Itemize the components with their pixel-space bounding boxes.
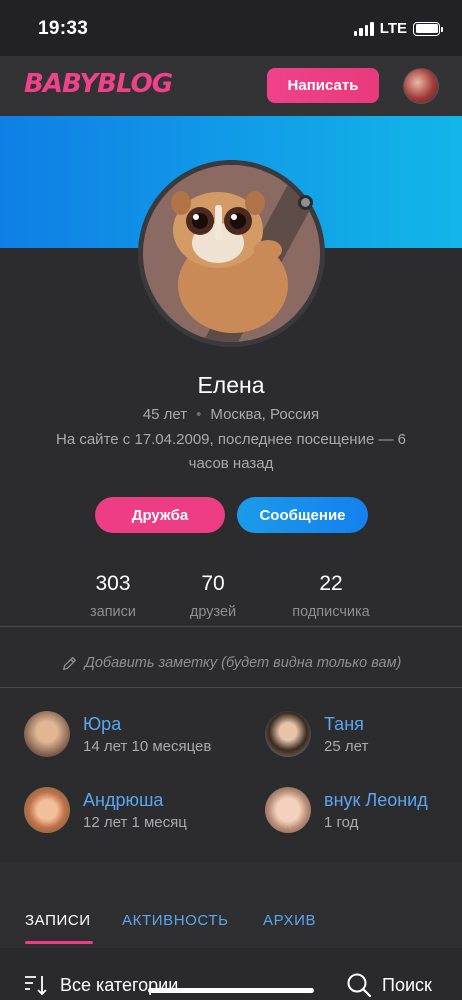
member-avatar [265,711,311,757]
family-member[interactable]: Таня 25 лет [265,711,368,757]
active-tab-indicator [25,941,93,944]
status-bar: 19:33 LTE [0,0,462,56]
stat-subscribers-value: 22 [319,572,343,595]
member-age: 14 лет 10 месяцев [83,738,212,755]
search-button[interactable]: Поиск [346,972,432,998]
member-age: 25 лет [324,738,369,755]
online-status-indicator [298,195,313,210]
profile-photo[interactable] [138,160,325,347]
add-note-button[interactable]: Добавить заметку (будет видна только вам… [0,640,462,686]
stat-friends-label: друзей [189,604,237,620]
stat-friends[interactable]: 70 друзей [153,572,273,620]
member-name[interactable]: Андрюша [83,789,187,811]
member-age: 12 лет 1 месяц [83,814,187,831]
separator-dot: • [196,406,202,423]
member-age: 1 год [324,814,359,831]
add-note-label: Добавить заметку (будет видна только вам… [84,655,402,671]
profile-age: 45 лет [142,406,188,423]
search-label: Поиск [382,974,432,995]
stat-friends-value: 70 [201,572,225,595]
profile-name: Елена [197,372,265,398]
profile-since: На сайте с 17.04.2009, последнее посещен… [56,431,406,472]
family-member[interactable]: внук Леонид 1 год [265,787,428,833]
app-logo[interactable]: BABYBLOG [24,69,173,99]
profile-photo-image [143,165,320,342]
tab-posts[interactable]: ЗАПИСИ [25,912,91,929]
status-indicators: LTE [353,20,443,37]
family-member[interactable]: Андрюша 12 лет 1 месяц [24,787,187,833]
app-header: BABYBLOG Написать [0,56,462,116]
user-avatar[interactable] [403,68,439,104]
member-avatar [24,711,70,757]
member-avatar [24,787,70,833]
sort-icon [25,976,47,996]
signal-icon [353,21,374,36]
tab-activity[interactable]: АКТИВНОСТЬ [122,912,229,929]
friend-button[interactable]: Дружба [95,497,225,533]
member-avatar [265,787,311,833]
family-member[interactable]: Юра 14 лет 10 месяцев [24,711,211,757]
search-icon [347,973,372,998]
network-type: LTE [379,20,407,37]
member-name[interactable]: Юра [83,713,211,735]
member-name[interactable]: внук Леонид [324,789,428,811]
tab-archive[interactable]: АРХИВ [263,912,316,929]
member-name[interactable]: Таня [324,713,368,735]
home-indicator[interactable] [148,988,314,993]
write-button[interactable]: Написать [267,68,379,103]
profile-location: Москва, Россия [210,406,320,423]
message-button[interactable]: Сообщение [237,497,368,533]
divider [0,626,462,627]
status-time: 19:33 [38,18,89,39]
stat-subscribers[interactable]: 22 подписчика [271,572,391,620]
pencil-icon [62,656,76,670]
profile-meta: 45 лет • Москва, Россия [0,406,462,423]
battery-icon [413,21,443,36]
family-list: Юра 14 лет 10 месяцев Таня 25 лет Андрюш… [0,688,462,862]
stat-subscribers-label: подписчика [292,604,370,620]
